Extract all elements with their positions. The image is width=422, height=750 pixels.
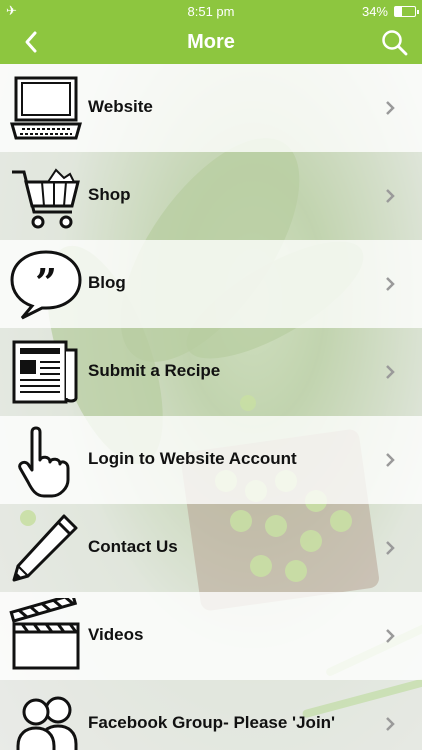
- chevron-right-icon: [386, 365, 395, 379]
- status-bar: ✈ 8:51 pm 34%: [0, 0, 422, 22]
- svg-text:”: ”: [35, 260, 57, 305]
- chevron-right-icon: [386, 541, 395, 555]
- menu-item-label: Submit a Recipe: [88, 361, 221, 380]
- laptop-icon: [10, 76, 82, 140]
- menu-item-label: Shop: [88, 185, 131, 204]
- menu-item-website[interactable]: Website: [0, 64, 422, 152]
- people-icon: [16, 696, 78, 750]
- menu-item-label: Login to Website Account: [88, 449, 297, 468]
- menu-item-submit-recipe[interactable]: Submit a Recipe: [0, 328, 422, 416]
- search-button[interactable]: [380, 28, 410, 58]
- speech-bubble-icon: ”: [10, 250, 82, 320]
- battery-percentage: 34%: [361, 4, 388, 19]
- newspaper-icon: [12, 340, 78, 404]
- battery-icon: [394, 6, 419, 17]
- search-icon: [382, 30, 408, 56]
- menu-item-blog[interactable]: ” Blog: [0, 240, 422, 328]
- chevron-right-icon: [386, 629, 395, 643]
- chevron-right-icon: [386, 277, 395, 291]
- pencil-icon: [12, 514, 78, 582]
- menu-item-label: Blog: [88, 273, 126, 292]
- menu-item-videos[interactable]: Videos: [0, 592, 422, 680]
- menu-item-shop[interactable]: Shop: [0, 152, 422, 240]
- menu-item-login[interactable]: Login to Website Account: [0, 416, 422, 504]
- menu-item-contact-us[interactable]: Contact Us: [0, 504, 422, 592]
- menu-item-label: Videos: [88, 625, 144, 644]
- menu-item-label: Contact Us: [88, 537, 178, 556]
- pointing-hand-icon: [18, 426, 70, 498]
- navigation-bar: More: [0, 22, 422, 64]
- chevron-right-icon: [386, 453, 395, 467]
- clapperboard-icon: [9, 598, 80, 670]
- chevron-right-icon: [386, 717, 395, 731]
- menu-list: Website Shop ” Blog Submit a Recipe Logi…: [0, 64, 422, 750]
- shopping-cart-icon: [12, 168, 80, 229]
- chevron-right-icon: [386, 189, 395, 203]
- status-time: 8:51 pm: [187, 4, 235, 19]
- chevron-right-icon: [386, 101, 395, 115]
- menu-item-label: Facebook Group- Please 'Join': [88, 713, 336, 732]
- menu-item-facebook-group[interactable]: Facebook Group- Please 'Join': [0, 680, 422, 750]
- menu-item-label: Website: [88, 97, 153, 116]
- page-title: More: [187, 31, 235, 53]
